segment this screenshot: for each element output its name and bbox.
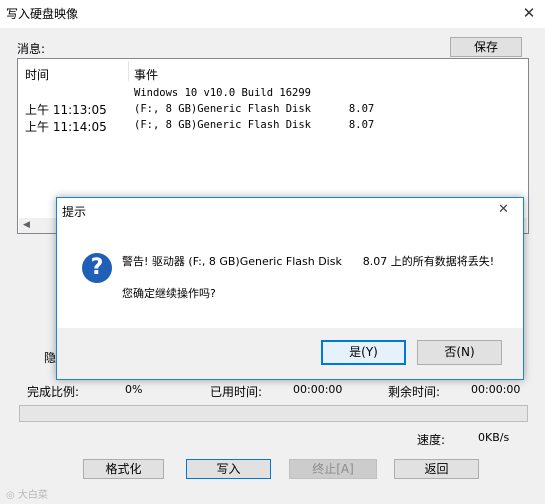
column-divider <box>128 61 129 81</box>
column-header-event[interactable]: 事件 <box>134 66 158 83</box>
stop-button[interactable]: 终止[A] <box>289 459 377 479</box>
question-icon: ? <box>82 253 112 283</box>
watermark-text: 大白菜 <box>17 490 48 501</box>
percent-label: 完成比例: <box>27 385 80 399</box>
watermark-logo: ◎ 大白菜 <box>6 486 48 501</box>
window-title: 写入硬盘映像 <box>6 7 79 21</box>
row-event: Windows 10 v10.0 Build 16299 <box>134 87 312 99</box>
hidden-option-label: 隐 <box>44 351 57 365</box>
progress-bar <box>19 405 528 422</box>
row-time: 上午 11:14:05 <box>25 120 107 134</box>
write-button[interactable]: 写入 <box>186 459 271 479</box>
row-time: 上午 11:13:05 <box>25 103 107 117</box>
messages-label: 消息: <box>17 42 46 56</box>
speed-value: 0KB/s <box>478 431 510 444</box>
dialog-close-icon[interactable]: ✕ <box>498 202 509 217</box>
speed-label: 速度: <box>417 433 446 447</box>
save-button[interactable]: 保存 <box>450 37 522 57</box>
confirm-dialog: 提示 ✕ ? 警告! 驱动器 (F:, 8 GB)Generic Flash D… <box>56 197 524 380</box>
elapsed-label: 已用时间: <box>210 385 263 399</box>
remaining-label: 剩余时间: <box>388 385 441 399</box>
remaining-value: 00:00:00 <box>471 383 521 396</box>
yes-button[interactable]: 是(Y) <box>321 340 406 365</box>
row-event: (F:, 8 GB)Generic Flash Disk 8.07 <box>134 119 375 131</box>
row-event: (F:, 8 GB)Generic Flash Disk 8.07 <box>134 103 375 115</box>
format-button[interactable]: 格式化 <box>83 459 164 479</box>
percent-value: 0% <box>125 383 143 396</box>
column-header-time[interactable]: 时间 <box>25 66 49 83</box>
scroll-left-icon[interactable]: ◀ <box>19 218 34 233</box>
elapsed-value: 00:00:00 <box>293 383 343 396</box>
dialog-title: 提示 <box>62 205 87 219</box>
title-bar <box>0 0 545 28</box>
warning-text: 警告! 驱动器 (F:, 8 GB)Generic Flash Disk 8.0… <box>122 255 495 268</box>
close-icon[interactable]: ✕ <box>518 3 540 23</box>
logo-icon: ◎ <box>6 490 18 501</box>
no-button[interactable]: 否(N) <box>417 340 502 365</box>
back-button[interactable]: 返回 <box>394 459 479 479</box>
question-text: 您确定继续操作吗? <box>122 287 216 300</box>
